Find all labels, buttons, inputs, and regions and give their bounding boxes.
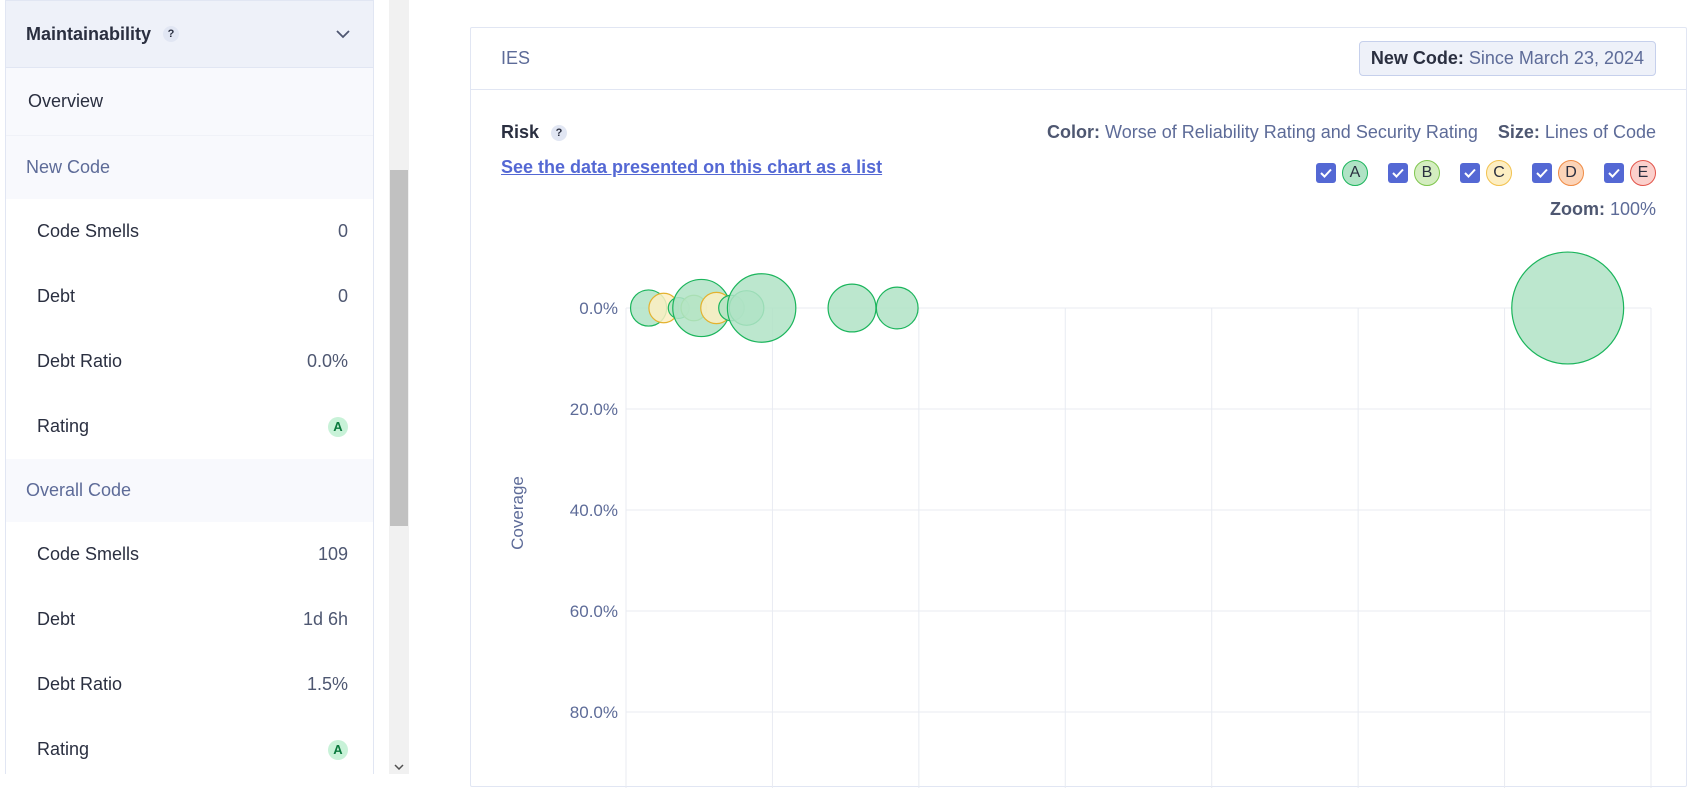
data-bubble <box>827 283 877 333</box>
overview-item[interactable]: Overview <box>6 68 373 136</box>
y-tick-label: 40.0% <box>570 501 618 520</box>
sidebar: Maintainability ? Overview New Code Code… <box>5 0 374 774</box>
y-tick-label: 80.0% <box>570 703 618 722</box>
metric-label: Debt Ratio <box>37 351 123 371</box>
maintainability-title: Maintainability <box>26 23 152 44</box>
bubble-chart[interactable]: 0.0% 20.0% 40.0% 60.0% 80.0% Coverage <box>471 28 1688 788</box>
metric-label: Rating <box>37 739 90 759</box>
maintainability-header[interactable]: Maintainability ? <box>6 0 373 68</box>
metric-label: Debt <box>37 286 76 306</box>
new-code-smells-row[interactable]: Code Smells 0 <box>6 199 373 264</box>
new-code-section-title: New Code <box>6 136 373 199</box>
data-bubble <box>726 273 797 343</box>
new-debt-row[interactable]: Debt 0 <box>6 264 373 329</box>
overall-debt-ratio-row[interactable]: Debt Ratio 1.5% <box>6 652 373 717</box>
metric-label: Debt Ratio <box>37 674 123 694</box>
new-debt-ratio-row[interactable]: Debt Ratio 0.0% <box>6 329 373 394</box>
y-tick-label: 0.0% <box>579 299 618 318</box>
metric-value[interactable]: 0 <box>338 286 348 307</box>
metric-value[interactable]: 0.0% <box>307 351 348 372</box>
overall-code-section-title: Overall Code <box>6 459 373 522</box>
y-tick-label: 20.0% <box>570 400 618 419</box>
sidebar-scrollbar[interactable] <box>389 0 409 774</box>
data-bubble <box>875 286 919 330</box>
metric-label: Code Smells <box>37 544 140 564</box>
rating-badge: A <box>328 739 348 760</box>
risk-chart-card: IES New Code: Since March 23, 2024 Risk … <box>470 27 1688 788</box>
overall-debt-row[interactable]: Debt 1d 6h <box>6 587 373 652</box>
rating-badge: A <box>328 416 348 437</box>
chevron-down-icon[interactable] <box>333 24 353 44</box>
help-icon[interactable]: ? <box>163 26 180 42</box>
metric-value[interactable]: 1d 6h <box>303 609 348 630</box>
new-rating-row[interactable]: Rating A <box>6 394 373 459</box>
scroll-down-icon[interactable] <box>392 762 406 772</box>
metric-label: Rating <box>37 416 90 436</box>
metric-label: Debt <box>37 609 76 629</box>
overall-code-smells-row[interactable]: Code Smells 109 <box>6 522 373 587</box>
y-axis-label: Coverage <box>508 476 527 550</box>
metric-value[interactable]: 1.5% <box>307 674 348 695</box>
scrollbar-thumb[interactable] <box>390 170 408 526</box>
data-bubble <box>1511 251 1625 365</box>
metric-value[interactable]: 0 <box>338 221 348 242</box>
metric-value[interactable]: 109 <box>318 544 348 565</box>
overall-rating-row[interactable]: Rating A <box>6 717 373 774</box>
metric-label: Code Smells <box>37 221 140 241</box>
y-tick-label: 60.0% <box>570 602 618 621</box>
